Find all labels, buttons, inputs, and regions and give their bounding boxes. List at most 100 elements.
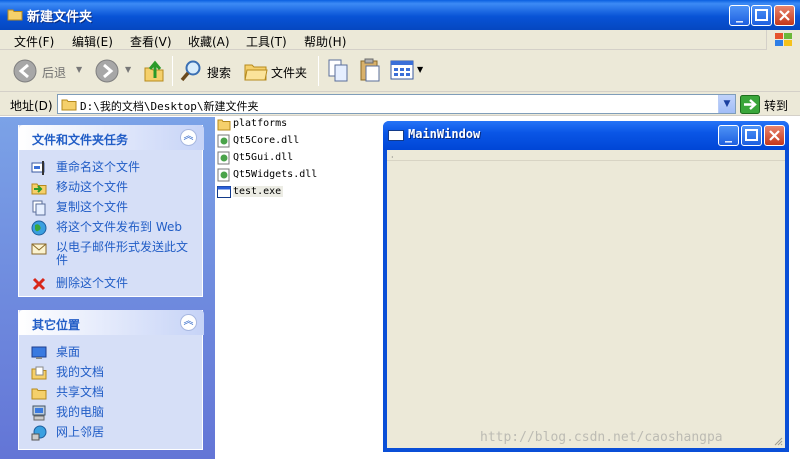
place-my-computer[interactable]: 我的电脑 [31, 405, 199, 421]
menu-file[interactable]: 文件(F) [14, 33, 54, 50]
computer-icon [32, 405, 46, 421]
go-button[interactable]: 转到 [740, 95, 798, 114]
place-network-label: 网上邻居 [56, 425, 105, 439]
folders-label: 文件夹 [271, 66, 308, 80]
folder-icon [61, 99, 77, 111]
delete-icon [32, 277, 46, 291]
shared-folder-icon [31, 388, 47, 400]
other-places-header[interactable]: 其它位置 ︽ [19, 310, 204, 335]
file-item-qt5core[interactable]: Qt5Core.dll [215, 134, 315, 151]
file-name: test.exe [233, 186, 284, 197]
views-dropdown-icon: ▼ [417, 65, 424, 74]
views-button[interactable]: ▼ [390, 58, 426, 84]
toolbar: 后退 ▼ ▼ 搜索 文件夹 ▼ [0, 50, 800, 92]
task-pane: 文件和文件夹任务 ︽ 重命名这个文件 移动这个文件 复制这个文件 将这个文件发布… [0, 117, 215, 459]
folders-icon [244, 64, 268, 81]
menu-favorites[interactable]: 收藏(A) [188, 33, 230, 50]
back-label: 后退 [42, 66, 67, 80]
minimize-icon: _ [725, 127, 732, 143]
maximize-button[interactable] [751, 5, 772, 26]
task-move[interactable]: 移动这个文件 [31, 180, 199, 196]
minimize-button[interactable]: _ [729, 5, 750, 26]
task-delete[interactable]: 删除这个文件 [31, 276, 199, 292]
menu-tools[interactable]: 工具(T) [246, 33, 287, 50]
task-delete-label: 删除这个文件 [56, 276, 129, 290]
collapse-chevron-icon[interactable]: ︽ [180, 129, 197, 146]
main-window-close-button[interactable] [764, 125, 785, 146]
place-my-computer-label: 我的电脑 [56, 405, 105, 419]
file-item-platforms[interactable]: platforms [215, 117, 305, 134]
close-icon [779, 10, 790, 21]
main-window-titlebar[interactable]: MainWindow _ [383, 121, 789, 150]
paste-button[interactable] [358, 58, 384, 84]
file-item-test-exe[interactable]: test.exe [215, 185, 305, 202]
up-folder-button[interactable] [140, 56, 168, 86]
task-copy-label: 复制这个文件 [56, 200, 129, 214]
folder-icon [7, 9, 23, 21]
collapse-chevron-icon[interactable]: ︽ [180, 314, 197, 331]
task-rename[interactable]: 重命名这个文件 [31, 160, 199, 176]
other-places-title: 其它位置 [32, 318, 81, 332]
qt-main-window[interactable]: MainWindow _ · [383, 121, 789, 452]
place-desktop[interactable]: 桌面 [31, 345, 199, 361]
up-arrow-icon [144, 60, 164, 82]
dll-file-icon [217, 151, 230, 165]
minimize-icon: _ [736, 7, 743, 23]
forward-button[interactable]: ▼ [92, 56, 134, 86]
task-publish-web[interactable]: 将这个文件发布到 Web [31, 220, 199, 236]
file-name: Qt5Widgets.dll [233, 169, 318, 180]
maximize-icon [745, 129, 758, 141]
menu-view[interactable]: 查看(V) [130, 33, 172, 50]
copy-to-icon [328, 59, 348, 82]
app-window-icon [388, 130, 404, 141]
file-tasks-header[interactable]: 文件和文件夹任务 ︽ [19, 125, 204, 150]
rename-icon [31, 161, 45, 175]
place-network[interactable]: 网上邻居 [31, 425, 199, 441]
folders-button[interactable]: 文件夹 [242, 56, 312, 86]
copy-to-button[interactable] [326, 58, 352, 84]
resize-grip-icon[interactable] [773, 436, 783, 446]
views-icon [390, 60, 414, 80]
place-my-documents[interactable]: 我的文档 [31, 365, 199, 381]
folder-icon [217, 119, 231, 131]
task-publish-web-label: 将这个文件发布到 Web [56, 220, 182, 234]
main-window-minimize-button[interactable]: _ [718, 125, 739, 146]
search-icon [180, 60, 201, 82]
menu-help[interactable]: 帮助(H) [304, 33, 346, 50]
menu-divider [387, 160, 785, 161]
main-window-client-area[interactable]: · [387, 150, 785, 448]
file-item-qt5gui[interactable]: Qt5Gui.dll [215, 151, 315, 168]
windows-flag-icon [775, 33, 792, 46]
documents-folder-icon [31, 366, 47, 380]
main-window-maximize-button[interactable] [741, 125, 762, 146]
address-dropdown-button[interactable]: ▼ [718, 95, 735, 113]
back-button[interactable]: 后退 ▼ [10, 56, 85, 86]
place-desktop-label: 桌面 [56, 345, 81, 359]
file-tasks-panel: 文件和文件夹任务 ︽ 重命名这个文件 移动这个文件 复制这个文件 将这个文件发布… [18, 125, 204, 297]
toolbar-separator [172, 56, 173, 86]
search-button[interactable]: 搜索 [178, 56, 236, 86]
explorer-titlebar[interactable]: 新建文件夹 _ [0, 0, 800, 30]
globe-icon [31, 220, 47, 236]
back-arrow-icon [13, 59, 37, 83]
close-icon [769, 130, 780, 141]
window-title: 新建文件夹 [27, 10, 93, 25]
move-icon [31, 183, 47, 195]
address-input[interactable]: D:\我的文档\Desktop\新建文件夹 ▼ [57, 94, 736, 114]
address-label: 地址(D) [10, 99, 53, 113]
copy-icon [32, 200, 46, 216]
forward-dropdown-icon: ▼ [125, 65, 132, 74]
go-arrow-icon [740, 95, 760, 114]
other-places-panel: 其它位置 ︽ 桌面 我的文档 共享文档 我的电脑 网上邻居 [18, 310, 204, 450]
file-name: platforms [233, 118, 288, 129]
place-shared-documents[interactable]: 共享文档 [31, 385, 199, 401]
file-item-qt5widgets[interactable]: Qt5Widgets.dll [215, 168, 325, 185]
task-email[interactable]: 以电子邮件形式发送此文件 [31, 240, 199, 268]
exe-file-icon [217, 186, 231, 198]
network-icon [31, 425, 47, 441]
file-name: Qt5Gui.dll [233, 152, 294, 163]
task-copy[interactable]: 复制这个文件 [31, 200, 199, 216]
menu-edit[interactable]: 编辑(E) [72, 33, 113, 50]
close-button[interactable] [774, 5, 795, 26]
maximize-icon [755, 9, 768, 21]
